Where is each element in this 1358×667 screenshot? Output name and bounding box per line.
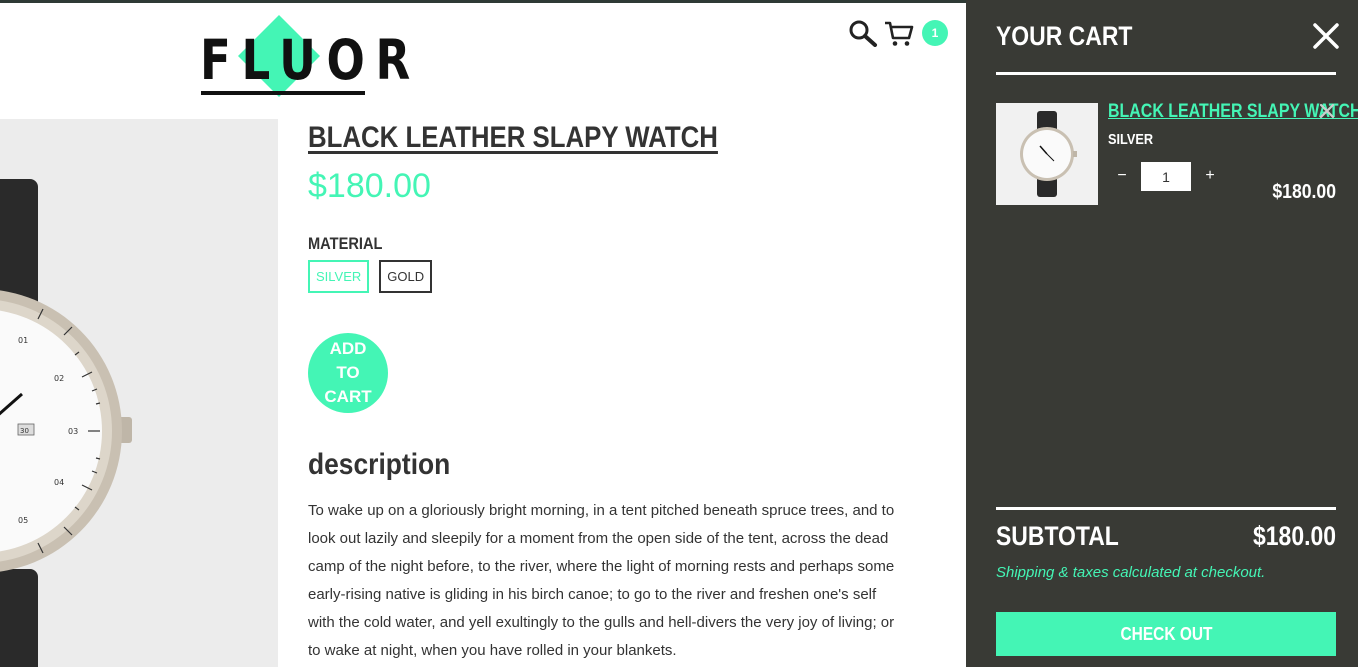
checkout-label: CHECK OUT [1119, 623, 1213, 644]
quantity-increment-button[interactable]: + [1200, 164, 1220, 188]
description-text: To wake up on a gloriously bright mornin… [308, 502, 895, 659]
subtotal-value: $180.00 [1253, 521, 1336, 551]
product-info: BLACK LEATHER SLAPY WATCH $180.00 MATERI… [308, 118, 908, 665]
cart-title: YOUR CART [996, 21, 1133, 51]
cart-divider-bottom [996, 507, 1336, 510]
quantity-decrement-button[interactable]: − [1112, 164, 1132, 188]
dial-number: 04 [54, 478, 64, 487]
quantity-input[interactable] [1141, 162, 1191, 191]
date-window: 30 [20, 427, 29, 435]
option-silver[interactable]: SILVER [308, 260, 370, 293]
cart-item-variant: SILVER [1108, 131, 1154, 148]
cart-divider-top [996, 72, 1336, 75]
material-options: SILVER GOLD [308, 260, 908, 293]
option-label-material: MATERIAL [308, 234, 383, 253]
cart-item-thumbnail[interactable] [996, 103, 1098, 205]
cart-drawer: YOUR CART BLACK LEATHER SLAPY WATCH SILV… [966, 0, 1358, 667]
store-page: FLUOR 1 01 02 03 04 05 30 BLACK LEATHER … [0, 0, 966, 667]
checkout-button[interactable]: CHECK OUT [996, 612, 1336, 656]
product-title[interactable]: BLACK LEATHER SLAPY WATCH [308, 118, 718, 158]
remove-icon[interactable] [1318, 102, 1336, 120]
subtotal-label: SUBTOTAL [996, 521, 1119, 551]
dial-number: 01 [18, 336, 28, 345]
cart-icon[interactable] [884, 19, 914, 47]
logo[interactable]: FLUOR [200, 28, 421, 92]
dial-number: 03 [68, 427, 78, 436]
close-icon[interactable] [1312, 22, 1340, 50]
cart-item-price: $180.00 [1272, 181, 1336, 203]
logo-underline [201, 91, 365, 95]
header-icons: 1 [848, 18, 948, 48]
add-to-cart-button[interactable]: ADD TO CART [308, 333, 388, 413]
product-price: $180.00 [308, 167, 431, 205]
dial-number: 05 [18, 516, 28, 525]
dial-number: 02 [54, 374, 64, 383]
product-image: 01 02 03 04 05 30 [0, 119, 278, 667]
shipping-note: Shipping & taxes calculated at checkout. [996, 564, 1266, 581]
description-heading: description [308, 448, 451, 481]
top-border [0, 0, 966, 3]
search-icon[interactable] [848, 19, 878, 47]
option-gold[interactable]: GOLD [379, 260, 433, 293]
cart-count-badge[interactable]: 1 [922, 20, 948, 46]
